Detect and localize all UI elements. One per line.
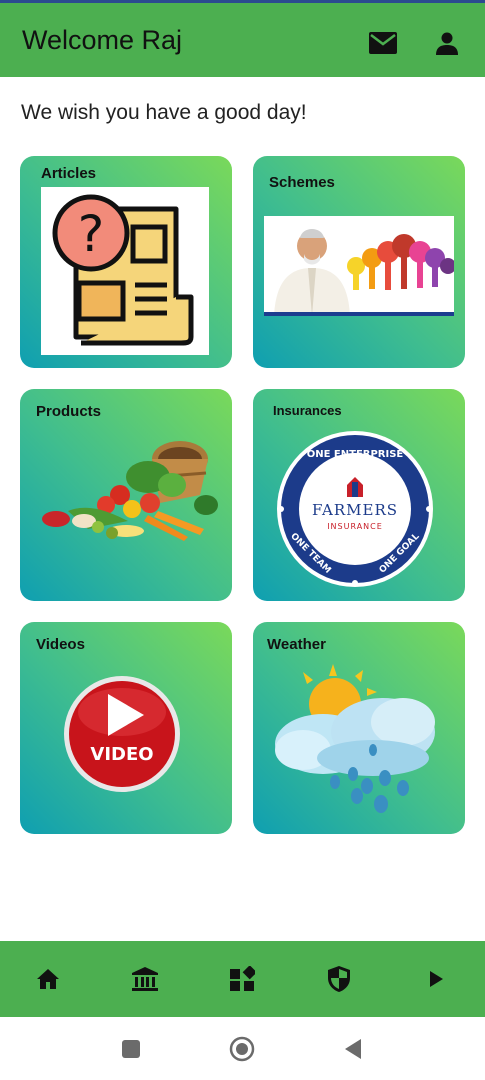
bank-icon [132,967,158,991]
farmers-insurance-logo: ONE ENTERPRISE ONE TEAM ONE GOAL FARMERS… [273,427,437,591]
back-button[interactable] [339,1035,367,1063]
profile-button[interactable] [431,27,463,59]
nav-shield[interactable] [321,963,357,995]
nav-play[interactable] [418,963,454,995]
nav-widgets[interactable] [224,963,260,995]
card-label: Products [36,403,102,420]
card-weather[interactable]: Weather [253,622,465,834]
recents-button[interactable] [117,1035,145,1063]
widgets-icon [230,966,255,991]
logo-top-text: ONE ENTERPRISE [307,449,404,460]
greeting-text: We wish you have a good day! [21,101,307,124]
card-label: Videos [36,636,85,653]
triangle-back-icon [345,1039,361,1059]
square-recents-icon [122,1040,140,1058]
newspaper-question-icon: ? [41,187,209,355]
home-icon [37,969,59,989]
svg-text:?: ? [78,205,105,263]
app-title: Welcome Raj [22,25,183,55]
system-nav-bar [0,1017,485,1080]
card-videos[interactable]: Videos VIDEO [20,622,232,834]
card-label: Articles [41,165,97,182]
nav-home[interactable] [30,963,66,995]
mail-icon [369,32,397,54]
card-articles[interactable]: Articles ? [20,156,232,368]
shield-icon [328,966,350,992]
bottom-nav [0,941,485,1017]
play-arrow-icon [430,971,443,987]
card-label: Weather [267,636,326,653]
schemes-banner-image [264,216,456,316]
video-badge-text: VIDEO [90,744,153,765]
logo-brand-text: FARMERS [312,501,398,519]
video-play-button: VIDEO [62,674,182,794]
card-label: Schemes [269,174,335,191]
sun-cloud-rain-icon [273,662,445,822]
nav-bank[interactable] [127,963,163,995]
card-products[interactable]: Products [20,389,232,601]
circle-home-icon [229,1036,255,1062]
card-schemes[interactable]: Schemes [253,156,465,368]
logo-sub-text: INSURANCE [327,522,383,531]
card-insurances[interactable]: Insurances ONE ENTERPRISE ONE TEAM ONE G… [253,389,465,601]
mail-button[interactable] [366,29,400,57]
vegetables-basket-image [28,433,224,553]
app-bar: Welcome Raj [0,3,485,77]
home-system-button[interactable] [228,1035,256,1063]
card-label: Insurances [273,403,342,418]
person-icon [436,32,458,55]
